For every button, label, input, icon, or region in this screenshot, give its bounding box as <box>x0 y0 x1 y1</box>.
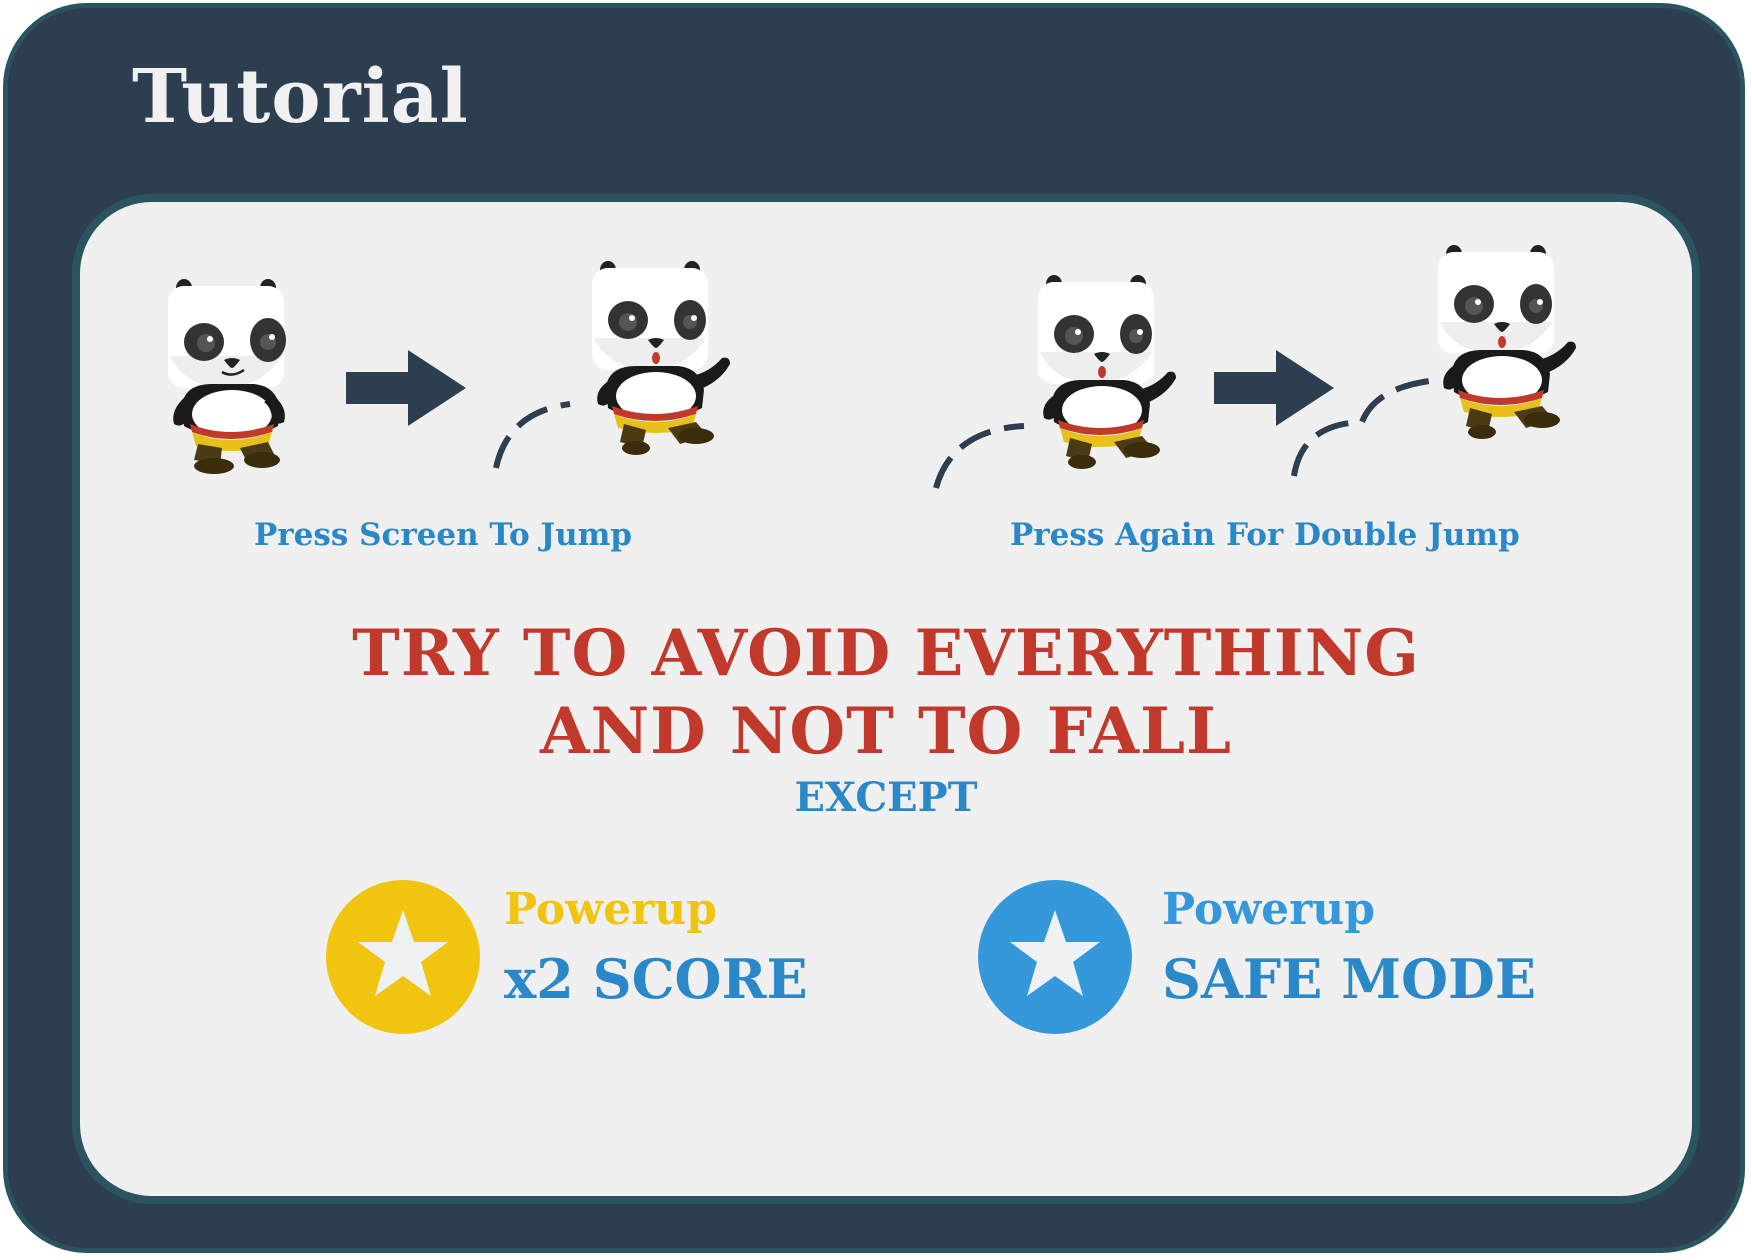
double-jump-trail-icon <box>1291 377 1439 477</box>
powerup-label: Powerup <box>1162 884 1376 935</box>
powerup-effect-score: x2 SCORE <box>504 947 808 1011</box>
powerup-safe-badge <box>978 880 1132 1034</box>
panda-jumping-icon <box>592 261 730 455</box>
powerup-score-badge <box>326 880 480 1034</box>
tutorial-window: Tutorial Press Screen To Jump Press Agai… <box>3 3 1745 1253</box>
jump-trail-icon <box>493 401 571 469</box>
warning-line-1: TRY TO AVOID EVERYTHING <box>352 616 1420 691</box>
tutorial-card: Press Screen To Jump Press Again For Dou… <box>72 194 1700 1204</box>
arrow-right-icon <box>346 350 466 426</box>
double-jump-instruction: Press Again For Double Jump <box>1010 517 1520 553</box>
except-label: EXCEPT <box>794 774 978 821</box>
jump-trail-icon <box>933 423 1025 489</box>
panda-jumping-icon <box>1038 275 1176 469</box>
warning-line-2: AND NOT TO FALL <box>539 694 1233 769</box>
star-icon <box>1010 910 1100 996</box>
window-title: Tutorial <box>132 54 469 140</box>
powerup-label: Powerup <box>504 884 718 935</box>
panda-double-jumping-icon <box>1438 245 1576 439</box>
powerup-effect-safe: SAFE MODE <box>1162 947 1536 1011</box>
panda-standing-icon <box>166 277 288 476</box>
star-icon <box>358 910 448 996</box>
jump-instruction: Press Screen To Jump <box>254 517 633 553</box>
